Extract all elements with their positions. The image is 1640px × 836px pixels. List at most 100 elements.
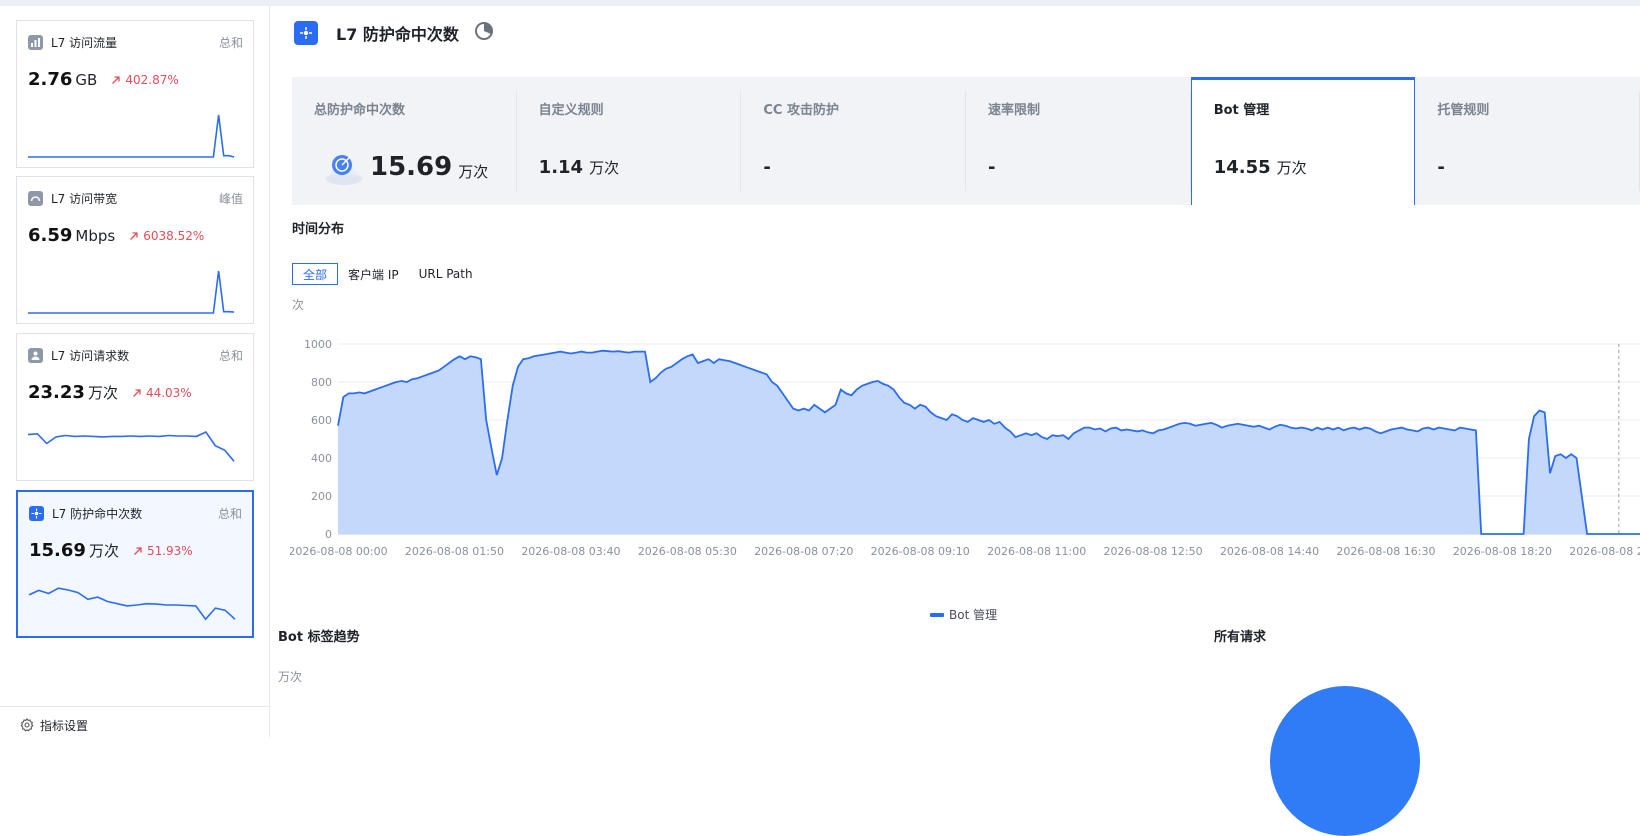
metric-settings-button[interactable]: 指标设置: [0, 706, 270, 743]
trend-up-icon: [132, 389, 141, 397]
category-tab[interactable]: 托管规则 -: [1415, 77, 1640, 205]
filter-option[interactable]: URL Path: [409, 263, 483, 285]
category-tab-label: CC 攻击防护: [763, 103, 839, 118]
filter-option[interactable]: 客户端 IP: [338, 263, 409, 285]
category-tab-unit: 万次: [1276, 159, 1307, 177]
y-tick-label: 800: [311, 376, 332, 389]
category-tab-unit: 万次: [589, 159, 620, 177]
metric-trend-value: 6038.52%: [143, 229, 205, 243]
shield-target-icon: [29, 505, 44, 521]
category-tab-value: -: [1437, 157, 1450, 178]
metric-trend: 44.03%: [132, 386, 192, 400]
all-requests-title: 所有请求: [1214, 630, 1267, 645]
category-tab[interactable]: 自定义规则 1.14 万次: [517, 77, 742, 205]
metric-settings-label: 指标设置: [40, 718, 89, 733]
sparkline-path: [28, 587, 236, 621]
metric-trend-value: 402.87%: [125, 73, 179, 87]
x-tick-label: 2026-08-08 12:50: [1104, 545, 1203, 558]
trend-up-icon: [130, 232, 138, 240]
x-tick-label: 2026-08-08 11:00: [987, 545, 1086, 558]
chart-legend[interactable]: Bot 管理: [930, 606, 997, 623]
bar-chart-icon: [28, 34, 43, 50]
time-distribution-title: 时间分布: [292, 222, 345, 237]
pie-chart-icon[interactable]: [473, 20, 495, 46]
metric-card[interactable]: L7 防护命中次数 总和 15.69 万次 51.93%: [16, 490, 254, 638]
metric-unit: GB: [75, 71, 98, 89]
category-tab-unit: 万次: [458, 162, 489, 181]
hit-category-tabs: 总防护命中次数 15.69 万次 自定义规则 1.14 万次 CC 攻击防护 - 速率限制 - Bo…: [292, 77, 1640, 205]
gauge-icon: [28, 190, 43, 206]
metric-card[interactable]: L7 访问流量 总和 2.76 GB 402.87%: [16, 20, 254, 168]
category-tab-value: -: [763, 157, 776, 178]
metric-unit: Mbps: [75, 227, 116, 245]
metric-card[interactable]: L7 访问请求数 总和 23.23 万次 44.03%: [16, 333, 254, 481]
filter-option[interactable]: 全部: [292, 263, 339, 285]
category-tab[interactable]: 总防护命中次数 15.69 万次: [292, 77, 517, 205]
y-tick-label: 600: [311, 414, 332, 427]
category-tab-value: 14.55 万次: [1214, 157, 1307, 178]
metric-card-header: L7 访问请求数 总和: [28, 346, 243, 364]
metric-sparkline: [27, 430, 235, 462]
x-tick-label: 2026-08-08 14:40: [1220, 545, 1319, 558]
trend-up-icon: [133, 547, 142, 555]
metric-aggregate: 总和: [218, 35, 243, 50]
metric-number: 23.23: [28, 382, 85, 403]
category-tab-number: 1.14: [538, 157, 584, 178]
metric-sidebar: L7 访问流量 总和 2.76 GB 402.87% L7 访问带宽 峰值 6.59 Mbps 6…: [0, 6, 270, 737]
y-tick-label: 200: [311, 490, 332, 503]
shield-radar-icon: [326, 153, 362, 185]
x-tick-label: 2026-08-08 18:20: [1453, 545, 1552, 558]
main-panel: L7 防护命中次数 总防护命中次数 15.69 万次 自定义规则 1.14 万次 CC 攻击…: [270, 6, 1640, 836]
series-area: [338, 350, 1640, 534]
metric-sparkline: [28, 270, 235, 314]
x-tick-label: 2026-08-08 07:20: [754, 545, 853, 558]
bot-tag-trend-title: Bot 标签趋势: [278, 630, 360, 645]
metric-trend: 51.93%: [133, 544, 193, 558]
sparkline-path: [28, 114, 235, 158]
metric-trend-value: 51.93%: [146, 544, 193, 558]
metric-trend-value: 44.03%: [145, 386, 192, 400]
category-tab-number: -: [1437, 157, 1445, 178]
dimension-filter: 全部 客户端 IP URL Path: [292, 263, 483, 285]
metric-unit: 万次: [88, 542, 119, 560]
legend-swatch: [930, 612, 944, 617]
metric-title: L7 访问流量: [51, 35, 118, 50]
category-tab[interactable]: Bot 管理 14.55 万次: [1190, 77, 1416, 205]
metric-value: 15.69 万次 51.93%: [29, 540, 193, 561]
y-tick-label: 400: [311, 452, 332, 465]
category-tab-label: 总防护命中次数: [314, 103, 406, 118]
sparkline-path: [28, 270, 235, 314]
metric-sparkline: [28, 587, 236, 621]
y-tick-label: 0: [325, 528, 332, 541]
user-icon: [28, 347, 43, 363]
metric-value: 2.76 GB 402.87%: [28, 69, 179, 90]
category-tab-label: Bot 管理: [1213, 103, 1270, 118]
metric-number: 6.59: [28, 225, 73, 246]
category-tab-label: 托管规则: [1437, 103, 1490, 118]
metric-card-header: L7 防护命中次数 总和: [29, 504, 242, 522]
shield-target-icon: [294, 21, 318, 45]
metric-aggregate: 峰值: [218, 191, 243, 206]
metric-title: L7 访问带宽: [51, 191, 118, 206]
metric-title: L7 防护命中次数: [52, 506, 143, 521]
category-tab-label: 速率限制: [988, 103, 1041, 118]
metric-card[interactable]: L7 访问带宽 峰值 6.59 Mbps 6038.52%: [16, 176, 254, 324]
x-tick-label: 2026-08-08 20:10: [1569, 545, 1640, 558]
metric-aggregate: 总和: [218, 348, 243, 363]
metric-card-header: L7 访问带宽 峰值: [28, 189, 243, 207]
category-tab-number: 15.69: [370, 152, 453, 182]
category-tab-value: 1.14 万次: [539, 157, 619, 178]
category-tab[interactable]: CC 攻击防护 -: [741, 77, 966, 205]
x-tick-label: 2026-08-08 01:50: [405, 545, 504, 558]
category-tab-value: -: [988, 157, 1001, 178]
metric-trend: 6038.52%: [129, 229, 204, 243]
category-tab-number: -: [763, 157, 771, 178]
x-tick-label: 2026-08-08 03:40: [521, 545, 620, 558]
category-tab-number: -: [988, 157, 996, 178]
category-tab[interactable]: 速率限制 -: [966, 77, 1191, 205]
all-requests-donut[interactable]: [1270, 686, 1420, 836]
sparkline-path: [27, 430, 235, 462]
category-tab-value: 15.69 万次: [322, 145, 488, 189]
metric-number: 15.69: [29, 540, 86, 561]
metric-value: 23.23 万次 44.03%: [28, 382, 192, 403]
